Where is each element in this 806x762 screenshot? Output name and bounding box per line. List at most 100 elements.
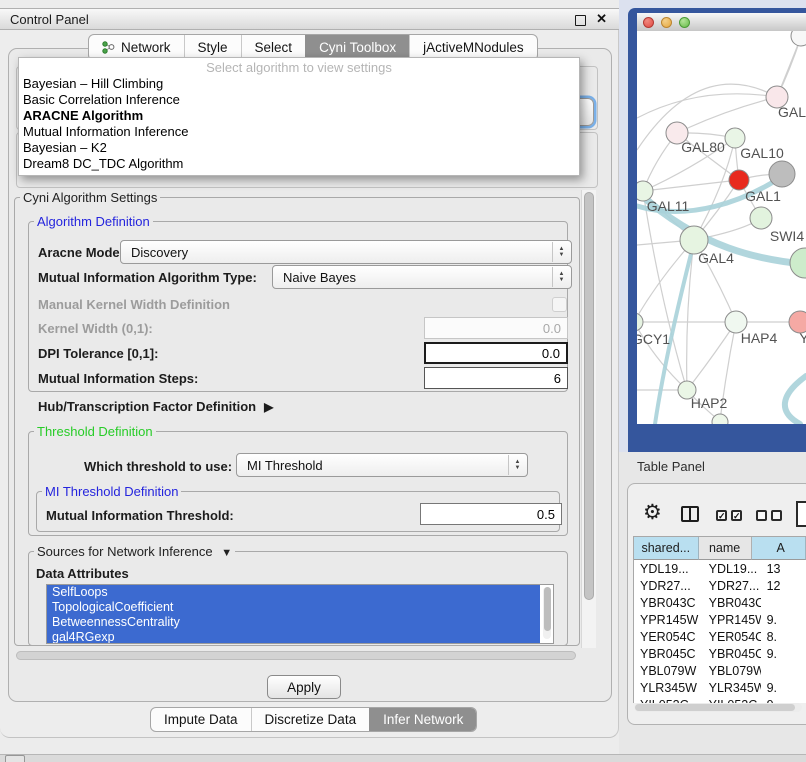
corner-widget[interactable] bbox=[5, 755, 25, 762]
gear-icon[interactable]: ⚙ bbox=[643, 500, 662, 526]
document-icon[interactable] bbox=[796, 501, 806, 527]
threshold-select[interactable]: MI Threshold ▲▼ bbox=[236, 453, 528, 477]
table-cell[interactable]: 13 bbox=[761, 560, 806, 577]
table-cell[interactable]: YDL19... bbox=[634, 560, 704, 577]
table-cell[interactable]: 9 bbox=[761, 696, 806, 703]
hub-definition-expander[interactable]: Hub/Transcription Factor Definition▶ bbox=[38, 399, 273, 414]
table-cell[interactable]: 9. bbox=[761, 611, 806, 628]
network-canvas[interactable]: GALGAL80GAL10GAL1GAL11SWI4GAL4GCY1HAP4YH… bbox=[637, 31, 806, 424]
column-header-name[interactable]: name bbox=[699, 537, 752, 560]
table-row[interactable]: YBR043CYBR043C bbox=[634, 594, 806, 611]
table-cell[interactable]: 12 bbox=[761, 577, 806, 594]
unchecked-checkbox-icon[interactable] bbox=[771, 510, 782, 521]
kernel-width-label: Kernel Width (0,1): bbox=[38, 321, 153, 336]
tab-infer-network[interactable]: Infer Network bbox=[369, 708, 476, 731]
data-attribute-item[interactable]: gal4RGexp bbox=[47, 630, 540, 644]
mi-steps-field[interactable] bbox=[424, 367, 568, 389]
table-cell[interactable]: 8. bbox=[761, 628, 806, 645]
table-cell[interactable]: YBL079W bbox=[704, 662, 761, 679]
control-panel-titlebar: Control Panel ✕ bbox=[0, 8, 619, 30]
network-node[interactable] bbox=[790, 248, 806, 278]
table-cell[interactable]: YBR043C bbox=[704, 594, 761, 611]
kernel-width-field bbox=[424, 317, 568, 339]
table-cell[interactable]: YLR345W bbox=[704, 679, 761, 696]
table-row[interactable]: YLR345WYLR345W9. bbox=[634, 679, 806, 696]
table-cell[interactable]: YER054C bbox=[634, 628, 704, 645]
aracne-mode-select[interactable]: Discovery ▲▼ bbox=[120, 240, 572, 264]
table-cell[interactable]: YPR145W bbox=[634, 611, 704, 628]
table-row[interactable]: YPR145WYPR145W9. bbox=[634, 611, 806, 628]
table-row[interactable]: YDL19...YDL19...13 bbox=[634, 560, 806, 577]
table-cell[interactable] bbox=[761, 662, 806, 679]
table-cell[interactable]: YPR145W bbox=[704, 611, 761, 628]
table-cell[interactable] bbox=[761, 594, 806, 611]
data-attribute-item[interactable]: TopologicalCoefficient bbox=[47, 600, 540, 615]
mi-algorithm-type-select[interactable]: Naive Bayes ▲▼ bbox=[272, 265, 572, 289]
table-row[interactable]: YDR27...YDR27...12 bbox=[634, 577, 806, 594]
network-node[interactable] bbox=[769, 161, 795, 187]
algorithm-option[interactable]: Bayesian – Hill Climbing bbox=[19, 76, 579, 92]
tab-discretize-data[interactable]: Discretize Data bbox=[251, 708, 370, 731]
zoom-traffic-light[interactable] bbox=[679, 17, 690, 28]
table-cell[interactable]: YDR27... bbox=[704, 577, 761, 594]
sources-expander[interactable]: Sources for Network Inference ▼ bbox=[34, 544, 235, 559]
data-attribute-item[interactable]: SelfLoops bbox=[47, 585, 540, 600]
node-label: GAL11 bbox=[647, 198, 690, 214]
table-cell[interactable]: 9. bbox=[761, 645, 806, 662]
settings-horizontal-scrollbar[interactable] bbox=[14, 650, 580, 661]
minimize-traffic-light[interactable] bbox=[661, 17, 672, 28]
algorithm-option[interactable]: Mutual Information Inference bbox=[19, 124, 579, 140]
network-edge bbox=[687, 322, 736, 390]
window-title: Control Panel bbox=[10, 9, 89, 31]
algorithm-option[interactable]: Dream8 DC_TDC Algorithm bbox=[19, 156, 579, 172]
network-node-swi4[interactable] bbox=[750, 207, 772, 229]
unchecked-checkbox-icon[interactable] bbox=[756, 510, 767, 521]
table-cell[interactable]: YLR345W bbox=[634, 679, 704, 696]
network-node[interactable] bbox=[712, 414, 728, 424]
data-attribute-item[interactable]: BetweennessCentrality bbox=[47, 615, 540, 630]
list-vertical-scrollbar[interactable] bbox=[543, 587, 551, 639]
dpi-tolerance-label: DPI Tolerance [0,1]: bbox=[38, 346, 158, 361]
algorithm-option[interactable]: ARACNE Algorithm bbox=[19, 108, 579, 124]
close-traffic-light[interactable] bbox=[643, 17, 654, 28]
table-cell[interactable]: YDL19... bbox=[704, 560, 761, 577]
algorithm-option[interactable]: Bayesian – K2 bbox=[19, 140, 579, 156]
dpi-tolerance-field[interactable] bbox=[424, 342, 568, 364]
column-header-shared-name[interactable]: shared... bbox=[634, 537, 699, 560]
apply-button[interactable]: Apply bbox=[267, 675, 341, 699]
checked-checkbox-icon[interactable]: ✓ bbox=[716, 510, 727, 521]
network-node-gcy1[interactable] bbox=[637, 313, 643, 331]
checked-checkbox-icon[interactable]: ✓ bbox=[731, 510, 742, 521]
table-row[interactable]: YBR045CYBR045C9. bbox=[634, 645, 806, 662]
network-node[interactable] bbox=[791, 31, 806, 46]
settings-vertical-scrollbar[interactable] bbox=[581, 190, 596, 648]
split-columns-icon[interactable] bbox=[681, 506, 699, 522]
network-node-gal1[interactable] bbox=[729, 170, 749, 190]
table-cell[interactable]: YBL079W bbox=[634, 662, 704, 679]
table-cell[interactable]: 9. bbox=[761, 679, 806, 696]
table-cell[interactable]: YDR27... bbox=[634, 577, 704, 594]
table-cell[interactable]: YBR043C bbox=[634, 594, 704, 611]
node-label: GCY1 bbox=[637, 331, 670, 347]
table-row[interactable]: YBL079WYBL079W bbox=[634, 662, 806, 679]
table-row[interactable]: YIL052CYIL052C9 bbox=[634, 696, 806, 703]
close-icon[interactable]: ✕ bbox=[596, 11, 607, 27]
table-cell[interactable]: YBR045C bbox=[704, 645, 761, 662]
tab-label: Network bbox=[121, 40, 171, 55]
node-label: Y bbox=[799, 330, 806, 346]
mi-steps-label: Mutual Information Steps: bbox=[38, 371, 198, 386]
table-row[interactable]: YER054CYER054C8. bbox=[634, 628, 806, 645]
algorithm-option[interactable]: Basic Correlation Inference bbox=[19, 92, 579, 108]
data-attributes-list[interactable]: SelfLoopsTopologicalCoefficientBetweenne… bbox=[46, 584, 554, 644]
table-cell[interactable]: YIL052C bbox=[634, 696, 704, 703]
tab-impute-data[interactable]: Impute Data bbox=[151, 708, 251, 731]
mi-threshold-field[interactable] bbox=[420, 503, 562, 525]
network-window-titlebar[interactable] bbox=[637, 13, 806, 32]
table-cell[interactable]: YIL052C bbox=[704, 696, 761, 703]
table-cell[interactable]: YER054C bbox=[704, 628, 761, 645]
table-horizontal-scrollbar[interactable] bbox=[634, 703, 802, 712]
table-cell[interactable]: YBR045C bbox=[634, 645, 704, 662]
network-edge bbox=[677, 97, 777, 133]
float-window-icon[interactable] bbox=[575, 15, 586, 26]
column-header-clipped[interactable]: A bbox=[752, 537, 806, 560]
